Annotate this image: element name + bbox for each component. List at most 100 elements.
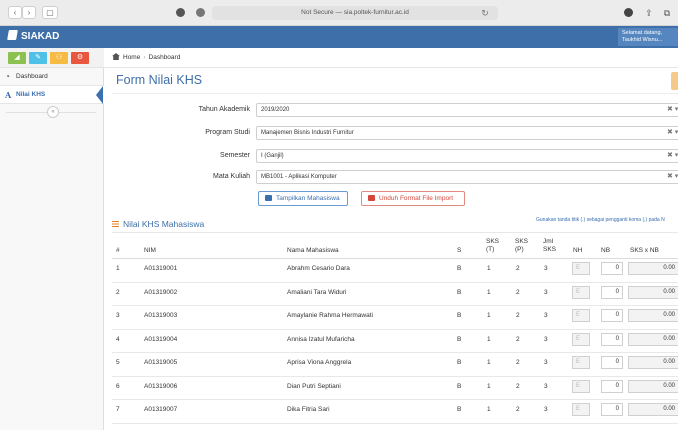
unduh-format-button[interactable]: Unduh Format File Import [361,191,465,206]
cell-no: 4 [116,335,120,343]
cell-sks-t: 1 [487,406,491,413]
program-studi-select[interactable]: Manajemen Bisnis Industri Furnitur ✖ ▾ [256,126,678,140]
cell-nim: A01319001 [144,265,178,272]
row-divider [112,422,678,424]
clear-icon[interactable]: ✖ ▾ [667,127,678,139]
tampilkan-mahasiswa-button[interactable]: Tampilkan Mahasiswa [258,191,348,206]
program-studi-label: Program Studi [205,129,250,136]
cell-sks-t: 1 [487,288,491,296]
cell-s: B [457,288,462,296]
cell-s: B [457,335,462,343]
nb-input[interactable]: 0 [601,262,623,275]
clear-icon[interactable]: ✖ ▾ [667,171,678,183]
nh-field[interactable]: E [572,379,590,393]
nb-input[interactable]: 0 [601,379,623,393]
cell-nim: A01319006 [144,382,178,390]
row-divider [112,375,678,377]
col-header-sks-x-nb: SKS x NB [630,247,659,254]
col-header-nb: NB [601,247,611,254]
semester-label: Semester [220,152,250,159]
breadcrumb-current: Dashboard [148,54,181,61]
share-icon[interactable]: ⇪ [642,6,656,20]
collapse-sidebar-button[interactable]: « [47,106,59,118]
nb-input[interactable]: 0 [601,356,623,369]
chart-icon[interactable]: ◢ [8,52,26,64]
row-divider [112,328,678,330]
cell-no: 1 [116,265,120,272]
cell-sks-t: 1 [487,265,491,272]
cell-sks-p: 2 [516,265,520,272]
letter-a-icon: A [5,90,12,100]
mata-kuliah-label: Mata Kuliah [213,173,250,180]
nh-field[interactable]: E [572,332,590,346]
sks-x-nb-field: 0.00 [628,309,678,322]
address-bar[interactable]: Not Secure — sia.poltek-furnitur.ac.id [212,6,498,20]
col-header-nh: NH [573,247,583,254]
nh-field[interactable]: E [572,285,590,299]
col-header-sks-p: SKS (P) [515,238,529,253]
hint-text: Gunakan tanda titik (.) sebagai penggant… [536,217,665,223]
back-button[interactable]: ‹ [8,6,22,19]
cell-s: B [457,382,462,390]
sidebar-item-dashboard[interactable]: ◔ Dashboard [0,68,104,86]
cell-s: B [457,406,462,413]
nh-field[interactable]: E [572,403,590,416]
download-icon [368,195,375,201]
nb-input[interactable]: 0 [601,309,623,322]
app-header: SIAKAD Selamat datang, Taukhid Wisnu... [0,26,678,48]
cell-nama: Aprisa Viona Anggrela [287,359,352,366]
clear-icon[interactable]: ✖ ▾ [667,104,678,116]
semester-select[interactable]: I (Ganjil) ✖ ▾ [256,149,678,163]
cell-no: 2 [116,288,120,296]
download-icon[interactable] [624,8,633,17]
cell-nim: A01319003 [144,312,178,319]
help-tab[interactable] [671,72,678,90]
sks-x-nb-field: 0.00 [628,332,678,346]
cell-jml-sks: 3 [544,312,548,319]
nh-field[interactable]: E [572,356,590,369]
cell-nama: Amaliani Tara Widuri [287,288,347,296]
brand[interactable]: SIAKAD [7,26,60,48]
nh-field[interactable]: E [572,309,590,322]
mata-kuliah-select[interactable]: MB1001 - Aplikasi Komputer ✖ ▾ [256,170,678,184]
pencil-icon[interactable]: ✎ [29,52,47,64]
tahun-akademik-select[interactable]: 2019/2020 ✖ ▾ [256,103,678,117]
cell-no: 7 [116,406,120,413]
cell-s: B [457,312,462,319]
user-greeting: Selamat datang, [622,30,663,36]
privacy-icon[interactable] [176,8,185,17]
cell-jml-sks: 3 [544,382,548,390]
forward-button[interactable]: › [22,6,36,19]
extension-icon[interactable] [196,8,205,17]
users-icon[interactable]: ⚇ [50,52,68,64]
cell-sks-p: 2 [516,406,520,413]
sidebar-item-nilai-khs[interactable]: A Nilai KHS [0,86,104,104]
sks-x-nb-field: 0.00 [628,379,678,393]
brand-name: SIAKAD [21,31,60,42]
row-divider [112,305,678,306]
cell-jml-sks: 3 [544,406,548,413]
cell-nim: A01319004 [144,335,178,343]
tabs-icon[interactable]: ⧉ [660,6,674,20]
nb-input[interactable]: 0 [601,403,623,416]
cell-nama: Amaylanie Rahma Hermawati [287,312,373,319]
row-divider [112,352,678,353]
clear-icon[interactable]: ✖ ▾ [667,150,678,162]
sidebar-item-label: Nilai KHS [16,91,46,98]
nb-input[interactable]: 0 [601,332,623,346]
nb-input[interactable]: 0 [601,285,623,299]
gear-icon[interactable]: ⚙ [71,52,89,64]
sidebar-toggle-button[interactable]: ▢ [42,6,58,19]
cell-sks-t: 1 [487,312,491,319]
cell-no: 5 [116,359,120,366]
breadcrumb: Home › Dashboard [104,48,678,68]
breadcrumb-home[interactable]: Home [123,54,140,61]
cell-sks-p: 2 [516,382,520,390]
reload-icon[interactable]: ↻ [478,6,492,20]
cell-no: 3 [116,312,120,319]
list-icon [112,221,119,227]
tahun-akademik-label: Tahun Akademik [198,106,250,113]
nh-field[interactable]: E [572,262,590,275]
user-menu[interactable]: Selamat datang, Taukhid Wisnu... [618,28,678,46]
cell-nama: Annisa Izatul Mufaricha [287,335,355,343]
